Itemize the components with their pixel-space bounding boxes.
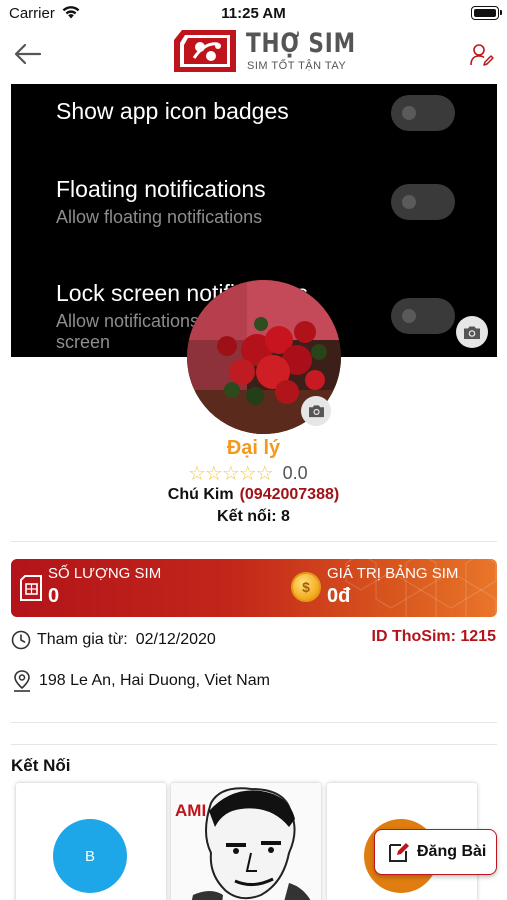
cover-camera-button[interactable] [456, 316, 488, 348]
joined-label: Tham gia từ: [37, 631, 128, 648]
divider [11, 722, 497, 723]
divider [11, 541, 497, 542]
logo-tagline: SIM TỐT TẬN TAY [247, 60, 347, 72]
create-post-label: Đăng Bài [417, 843, 487, 860]
connection-card[interactable]: B [16, 783, 166, 900]
edit-icon [389, 843, 409, 862]
status-bar: Carrier 11:25 AM [0, 0, 507, 28]
clock-icon [11, 630, 31, 650]
thosim-id: ID ThoSim: 1215 [371, 628, 496, 645]
toggle-icon [391, 298, 455, 334]
camera-icon [308, 405, 324, 418]
address: 198 Le An, Hai Duong, Viet Nam [39, 672, 270, 689]
sim-card-icon [20, 575, 42, 601]
connections-label: Kết nối: [217, 508, 277, 525]
rating: ☆☆☆☆☆ 0.0 [188, 462, 308, 485]
connection-card[interactable]: AMI [171, 783, 321, 900]
contact-line: Chú Kim (0942007388) [0, 486, 507, 504]
logo-mark-icon [174, 30, 236, 72]
location-pin-icon [14, 670, 30, 692]
logo-name: THỢ SIM [246, 28, 356, 59]
connections-section-title: Kết Nối [11, 756, 71, 775]
address-row: 198 Le An, Hai Duong, Viet Nam [11, 669, 270, 693]
role-label: Đại lý [226, 437, 281, 459]
phone-number[interactable]: (0942007388) [240, 486, 340, 503]
toggle-icon [391, 184, 455, 220]
nav-header: THỢ SIM SIM TỐT TẬN TAY [0, 28, 507, 82]
create-post-button[interactable]: Đăng Bài [374, 829, 497, 875]
joined-row: Tham gia từ: 02/12/2020 [11, 630, 216, 650]
divider [11, 744, 497, 745]
connections-value: 8 [281, 508, 290, 525]
cover-row-floating: Floating notifications Allow floating no… [56, 176, 266, 227]
connection-avatar: B [53, 819, 127, 893]
joined-date: 02/12/2020 [135, 631, 216, 648]
card-caption: AMI [175, 801, 207, 820]
clock: 11:25 AM [221, 5, 286, 22]
rating-score: 0.0 [282, 462, 308, 483]
connections-count: Kết nối: 8 [0, 508, 507, 526]
back-button[interactable] [12, 40, 44, 68]
sim-count: SỐ LƯỢNG SIM 0 [48, 565, 162, 607]
stats-banner: SỐ LƯỢNG SIM 0 $ GIÁ TRỊ BẢNG SIM 0đ [11, 559, 497, 617]
avatar-camera-button[interactable] [301, 396, 331, 426]
cover-row-badges: Show app icon badges [56, 98, 289, 124]
battery-icon [471, 6, 502, 20]
sim-value: GIÁ TRỊ BẢNG SIM 0đ [327, 565, 459, 607]
app-logo: THỢ SIM SIM TỐT TẬN TAY [172, 28, 355, 76]
star-rating-icon: ☆☆☆☆☆ [188, 462, 274, 485]
coin-icon: $ [291, 572, 321, 602]
toggle-icon [391, 95, 455, 131]
camera-icon [464, 326, 480, 339]
user-edit-icon[interactable] [469, 42, 495, 68]
owner-name: Chú Kim [167, 486, 234, 503]
